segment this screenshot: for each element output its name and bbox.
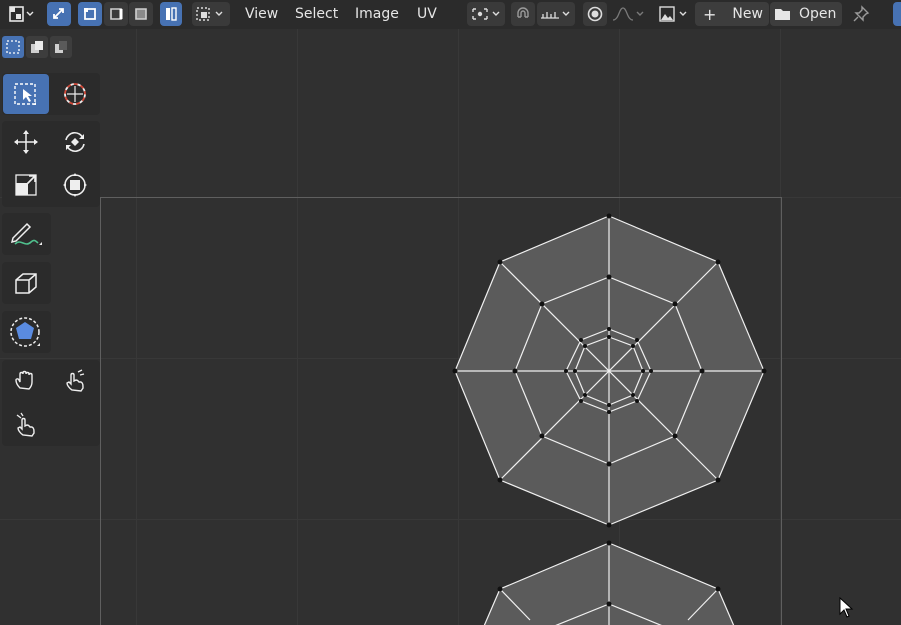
- sync-selection-toggle[interactable]: [47, 2, 71, 26]
- proportional-editing-icon: [587, 6, 603, 22]
- grab-hand-icon: [15, 370, 33, 390]
- select-extend-icon: [31, 41, 43, 53]
- toolbar-group-relax: [2, 262, 51, 304]
- sculpt-pentagon-icon: [10, 317, 40, 347]
- face-select-mode[interactable]: [129, 2, 153, 26]
- toolbar-group-annotate: [2, 213, 51, 255]
- falloff-dropdown[interactable]: [609, 2, 649, 26]
- select-box-icon: [14, 83, 36, 105]
- face-mode-icon: [135, 8, 147, 20]
- toolbar-group-select: [2, 73, 100, 115]
- transform-icon: [63, 173, 87, 197]
- pinch-hand-icon: [66, 369, 85, 392]
- vertex-select-mode[interactable]: [78, 2, 102, 26]
- magnet-icon: [517, 7, 529, 18]
- mouse-pointer-icon: [839, 597, 854, 618]
- plus-icon: +: [703, 4, 717, 24]
- cursor-icon: [64, 83, 86, 105]
- tool-annotate[interactable]: [3, 214, 49, 254]
- pivot-point-icon: [472, 8, 500, 20]
- tool-relax[interactable]: [3, 263, 49, 303]
- open-image-label: Open: [799, 6, 837, 22]
- browse-image-dropdown[interactable]: [655, 2, 693, 26]
- annotate-pencil-icon: [10, 222, 42, 245]
- sync-arrows-icon: [53, 8, 64, 19]
- snap-toggle[interactable]: [511, 2, 535, 26]
- tool-scale[interactable]: [3, 165, 49, 205]
- open-image-button[interactable]: Open: [770, 2, 842, 26]
- header-bar: View Select Image UV + New Open: [0, 0, 901, 29]
- header-edge-toggle[interactable]: [893, 2, 901, 26]
- background-grid: [0, 29, 901, 625]
- tool-rotate[interactable]: [52, 122, 98, 162]
- tool-transform[interactable]: [52, 165, 98, 205]
- sticky-selection-icon: [196, 7, 223, 21]
- new-image-button[interactable]: + New: [695, 2, 769, 26]
- pin-icon: [853, 5, 870, 22]
- rotate-icon: [65, 132, 85, 152]
- uv-mesh-lower[interactable]: [478, 540, 740, 625]
- toolbar-group-grab: [2, 360, 100, 446]
- view-menu[interactable]: View: [245, 5, 278, 23]
- uv-mesh-octagon[interactable]: [452, 213, 767, 528]
- tool-grab[interactable]: [3, 361, 49, 401]
- tool-pinch-alt[interactable]: [3, 404, 49, 444]
- editor-type-button[interactable]: [5, 2, 39, 26]
- vertex-mode-icon: [84, 8, 96, 20]
- tool-sculpt[interactable]: [3, 312, 49, 352]
- image-icon: [659, 6, 687, 22]
- tool-move[interactable]: [3, 122, 49, 162]
- sticky-selection-dropdown[interactable]: [192, 2, 230, 26]
- island-mode-icon: [166, 7, 177, 21]
- tool-select-box[interactable]: [3, 74, 49, 114]
- pin-button[interactable]: [849, 2, 873, 26]
- select-menu[interactable]: Select: [295, 5, 338, 23]
- scale-icon: [15, 174, 37, 196]
- proportional-editing-toggle[interactable]: [583, 2, 607, 26]
- snap-increment-icon: [541, 11, 570, 19]
- select-subtract-icon: [55, 41, 67, 53]
- select-mode-new[interactable]: [2, 36, 24, 58]
- falloff-curve-icon: [612, 7, 644, 21]
- select-mode-subtract[interactable]: [50, 36, 72, 58]
- move-icon: [14, 130, 38, 154]
- relax-cube-icon: [15, 273, 37, 294]
- snap-target-dropdown[interactable]: [537, 2, 575, 26]
- image-menu[interactable]: Image: [355, 5, 399, 23]
- tool-cursor[interactable]: [52, 74, 98, 114]
- uv-editor-canvas[interactable]: [0, 29, 901, 625]
- select-mode-extend[interactable]: [26, 36, 48, 58]
- edge-select-mode[interactable]: [104, 2, 128, 26]
- pivot-point-dropdown[interactable]: [467, 2, 505, 26]
- uv-menu[interactable]: UV: [417, 5, 437, 23]
- folder-icon: [775, 9, 790, 20]
- new-image-label: New: [732, 6, 763, 22]
- pinch-alt-hand-icon: [16, 412, 35, 437]
- island-select-mode[interactable]: [160, 2, 182, 26]
- toolbar-group-transform: [2, 121, 100, 207]
- toolbar-group-sculpt: [2, 311, 51, 353]
- select-new-icon: [6, 40, 20, 54]
- uv-editor-icon: [9, 6, 34, 22]
- tool-pinch[interactable]: [52, 361, 98, 401]
- edge-mode-icon: [110, 8, 123, 20]
